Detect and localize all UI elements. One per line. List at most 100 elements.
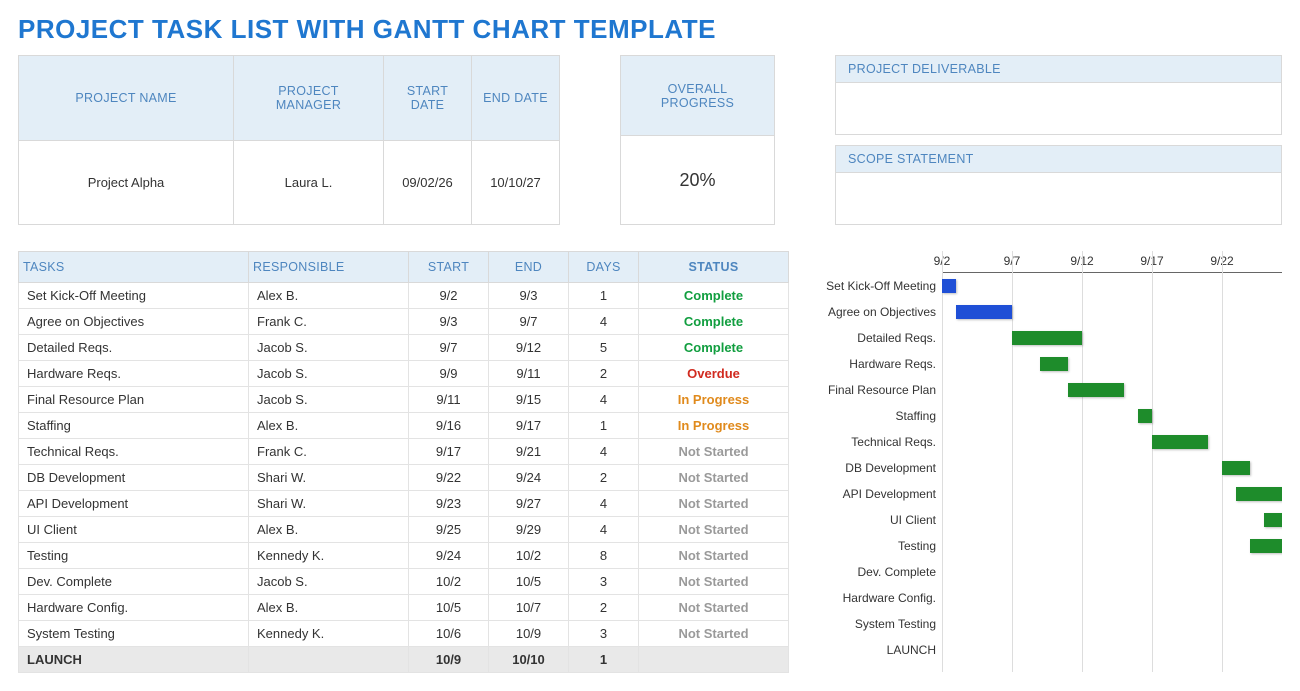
task-cell-days[interactable]: 2 [569, 595, 639, 621]
task-cell-name[interactable]: Staffing [19, 413, 249, 439]
task-cell-end[interactable]: 9/29 [489, 517, 569, 543]
task-cell-days[interactable]: 2 [569, 465, 639, 491]
task-cell-name[interactable]: DB Development [19, 465, 249, 491]
task-row[interactable]: Hardware Config.Alex B.10/510/72Not Star… [19, 595, 789, 621]
task-cell-start[interactable]: 10/6 [409, 621, 489, 647]
task-cell-days[interactable]: 1 [569, 413, 639, 439]
task-cell-start[interactable]: 10/5 [409, 595, 489, 621]
task-row[interactable]: DB DevelopmentShari W.9/229/242Not Start… [19, 465, 789, 491]
task-cell-start[interactable]: 9/16 [409, 413, 489, 439]
task-cell-days[interactable]: 5 [569, 335, 639, 361]
task-cell-resp[interactable]: Jacob S. [249, 387, 409, 413]
task-cell-status[interactable]: Not Started [639, 595, 789, 621]
task-cell-resp[interactable]: Frank C. [249, 439, 409, 465]
task-cell-name[interactable]: Technical Reqs. [19, 439, 249, 465]
task-cell-name[interactable]: Hardware Reqs. [19, 361, 249, 387]
gantt-bar[interactable] [1138, 409, 1152, 423]
gantt-bar[interactable] [1264, 513, 1282, 527]
task-cell-start[interactable]: 9/3 [409, 309, 489, 335]
task-cell-end[interactable]: 9/15 [489, 387, 569, 413]
task-cell-end[interactable]: 10/7 [489, 595, 569, 621]
task-cell-days[interactable]: 3 [569, 569, 639, 595]
task-cell-start[interactable]: 9/23 [409, 491, 489, 517]
task-cell-status[interactable]: Complete [639, 283, 789, 309]
meta-value-start[interactable]: 09/02/26 [384, 141, 472, 225]
task-cell-name[interactable]: Detailed Reqs. [19, 335, 249, 361]
task-cell-status[interactable]: Not Started [639, 439, 789, 465]
task-cell-resp[interactable]: Kennedy K. [249, 621, 409, 647]
meta-value-manager[interactable]: Laura L. [234, 141, 384, 225]
gantt-bar[interactable] [942, 279, 956, 293]
task-cell-resp[interactable]: Jacob S. [249, 569, 409, 595]
task-cell-days[interactable]: 4 [569, 439, 639, 465]
task-cell-end[interactable]: 10/9 [489, 621, 569, 647]
task-cell-status[interactable]: Not Started [639, 569, 789, 595]
task-cell-status[interactable]: In Progress [639, 413, 789, 439]
task-cell-resp[interactable]: Shari W. [249, 491, 409, 517]
gantt-bar[interactable] [1040, 357, 1068, 371]
task-cell-status[interactable]: Overdue [639, 361, 789, 387]
task-cell-name[interactable]: System Testing [19, 621, 249, 647]
task-cell-days[interactable]: 8 [569, 543, 639, 569]
task-row[interactable]: Agree on ObjectivesFrank C.9/39/74Comple… [19, 309, 789, 335]
task-cell-end[interactable]: 9/7 [489, 309, 569, 335]
task-cell-resp[interactable]: Alex B. [249, 413, 409, 439]
task-cell-name[interactable]: Set Kick-Off Meeting [19, 283, 249, 309]
task-cell-resp[interactable]: Jacob S. [249, 335, 409, 361]
task-cell-resp[interactable]: Jacob S. [249, 361, 409, 387]
gantt-bar[interactable] [956, 305, 1012, 319]
task-cell-days[interactable]: 4 [569, 517, 639, 543]
task-cell-start[interactable]: 9/9 [409, 361, 489, 387]
task-cell-days[interactable]: 4 [569, 491, 639, 517]
task-cell-days[interactable]: 1 [569, 647, 639, 673]
task-cell-end[interactable]: 10/5 [489, 569, 569, 595]
task-cell-end[interactable]: 9/21 [489, 439, 569, 465]
meta-value-end[interactable]: 10/10/27 [472, 141, 560, 225]
task-row[interactable]: Hardware Reqs.Jacob S.9/99/112Overdue [19, 361, 789, 387]
task-cell-days[interactable]: 2 [569, 361, 639, 387]
task-cell-start[interactable]: 9/25 [409, 517, 489, 543]
task-row[interactable]: TestingKennedy K.9/2410/28Not Started [19, 543, 789, 569]
task-cell-start[interactable]: 9/24 [409, 543, 489, 569]
task-cell-resp[interactable]: Kennedy K. [249, 543, 409, 569]
gantt-bar[interactable] [1236, 487, 1282, 501]
task-cell-days[interactable]: 3 [569, 621, 639, 647]
task-cell-days[interactable]: 4 [569, 387, 639, 413]
task-cell-resp[interactable]: Alex B. [249, 595, 409, 621]
task-cell-start[interactable]: 9/17 [409, 439, 489, 465]
task-row[interactable]: UI ClientAlex B.9/259/294Not Started [19, 517, 789, 543]
task-cell-resp[interactable]: Shari W. [249, 465, 409, 491]
task-cell-resp[interactable] [249, 647, 409, 673]
task-cell-name[interactable]: Dev. Complete [19, 569, 249, 595]
task-cell-name[interactable]: Testing [19, 543, 249, 569]
task-row[interactable]: API DevelopmentShari W.9/239/274Not Star… [19, 491, 789, 517]
task-cell-status[interactable]: Complete [639, 335, 789, 361]
task-cell-end[interactable]: 9/27 [489, 491, 569, 517]
task-cell-end[interactable]: 9/17 [489, 413, 569, 439]
task-row[interactable]: Detailed Reqs.Jacob S.9/79/125Complete [19, 335, 789, 361]
task-cell-status[interactable]: In Progress [639, 387, 789, 413]
task-row[interactable]: LAUNCH10/910/101 [19, 647, 789, 673]
task-cell-status[interactable]: Not Started [639, 465, 789, 491]
task-cell-name[interactable]: Hardware Config. [19, 595, 249, 621]
task-cell-start[interactable]: 9/11 [409, 387, 489, 413]
task-cell-end[interactable]: 9/3 [489, 283, 569, 309]
gantt-bar[interactable] [1222, 461, 1250, 475]
task-cell-status[interactable]: Not Started [639, 543, 789, 569]
task-cell-end[interactable]: 10/10 [489, 647, 569, 673]
task-cell-name[interactable]: Final Resource Plan [19, 387, 249, 413]
task-cell-end[interactable]: 9/12 [489, 335, 569, 361]
task-cell-start[interactable]: 10/2 [409, 569, 489, 595]
task-row[interactable]: Final Resource PlanJacob S.9/119/154In P… [19, 387, 789, 413]
task-cell-status[interactable] [639, 647, 789, 673]
task-cell-days[interactable]: 1 [569, 283, 639, 309]
scope-body[interactable] [835, 173, 1282, 225]
task-row[interactable]: Dev. CompleteJacob S.10/210/53Not Starte… [19, 569, 789, 595]
task-row[interactable]: System TestingKennedy K.10/610/93Not Sta… [19, 621, 789, 647]
task-cell-resp[interactable]: Frank C. [249, 309, 409, 335]
task-cell-name[interactable]: LAUNCH [19, 647, 249, 673]
task-cell-start[interactable]: 9/2 [409, 283, 489, 309]
meta-value-name[interactable]: Project Alpha [19, 141, 234, 225]
task-row[interactable]: StaffingAlex B.9/169/171In Progress [19, 413, 789, 439]
task-cell-status[interactable]: Not Started [639, 517, 789, 543]
